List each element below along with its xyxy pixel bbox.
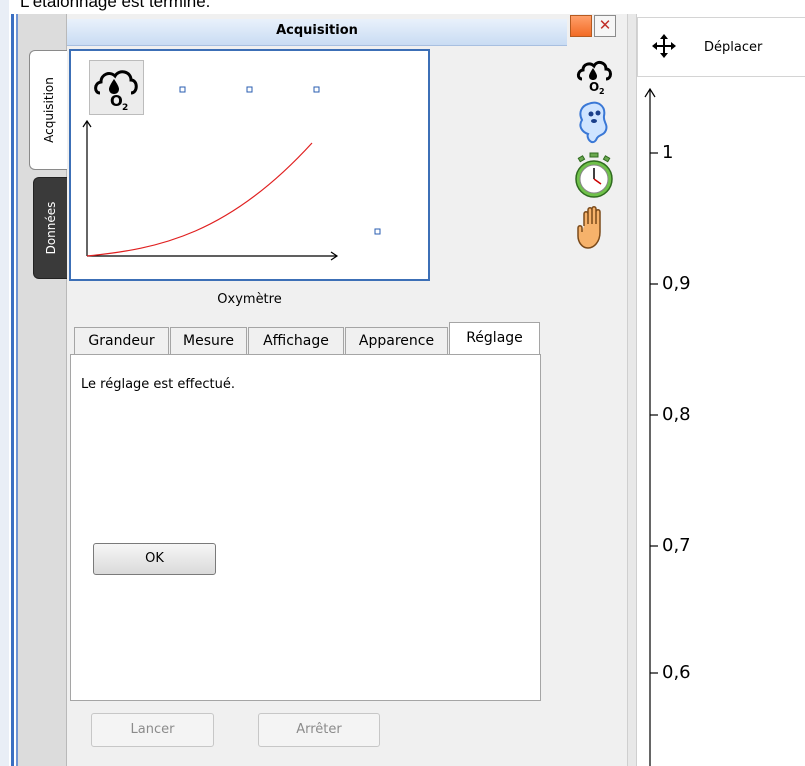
ghost-icon[interactable] xyxy=(574,98,614,150)
stopwatch-icon[interactable] xyxy=(574,152,614,202)
left-window-edge xyxy=(0,0,9,766)
pin-button[interactable] xyxy=(570,15,592,37)
panel-title: Acquisition xyxy=(276,23,358,38)
o2-cloud-icon[interactable]: O 2 xyxy=(574,55,614,95)
y-tick-label: 0,9 xyxy=(662,273,691,294)
tab-mesure[interactable]: Mesure xyxy=(170,327,247,354)
handle-square[interactable] xyxy=(179,86,186,93)
tab-affichage[interactable]: Affichage xyxy=(248,327,344,354)
caption-text: L'étalonnage est terminé. xyxy=(20,0,211,11)
tab-grandeur[interactable]: Grandeur xyxy=(74,327,169,354)
svg-text:2: 2 xyxy=(122,103,128,113)
sensor-name: Oxymètre xyxy=(217,292,282,307)
tab-apparence[interactable]: Apparence xyxy=(345,327,448,354)
handle-square[interactable] xyxy=(374,228,381,235)
status-message: Le réglage est effectué. xyxy=(81,377,235,392)
lancer-button[interactable]: Lancer xyxy=(91,713,214,747)
deplacer-button[interactable]: Déplacer xyxy=(704,40,762,55)
ok-button[interactable]: OK xyxy=(93,543,216,575)
vtab-donnees[interactable]: Données xyxy=(33,177,67,279)
sensor-button[interactable]: O 2 xyxy=(89,60,144,115)
arreter-button[interactable]: Arrêter xyxy=(258,713,380,747)
y-tick-label: 0,6 xyxy=(662,662,691,683)
hand-icon[interactable] xyxy=(574,204,614,254)
y-tick-label: 0,8 xyxy=(662,404,691,425)
svg-text:O: O xyxy=(589,80,599,94)
o2-cloud-icon: O 2 xyxy=(94,70,138,113)
y-tick-label: 0,7 xyxy=(662,535,691,556)
tab-reglage[interactable]: Réglage xyxy=(449,322,540,355)
handle-square[interactable] xyxy=(313,86,320,93)
y-tick-label: 1 xyxy=(662,142,674,163)
handle-square[interactable] xyxy=(246,86,253,93)
close-icon: ✕ xyxy=(598,16,612,34)
svg-text:2: 2 xyxy=(599,87,605,95)
preview-curve xyxy=(86,142,313,257)
vtab-acquisition-label: Acquisition xyxy=(41,77,56,143)
close-button[interactable]: ✕ xyxy=(594,15,616,37)
tab-content-reglage xyxy=(70,354,541,701)
move-arrows-icon[interactable] xyxy=(651,33,677,59)
vtab-acquisition[interactable]: Acquisition xyxy=(29,50,67,170)
svg-text:O: O xyxy=(110,92,123,110)
vtab-donnees-label: Données xyxy=(43,201,58,255)
left-border xyxy=(11,14,14,766)
panel-right-border xyxy=(627,14,637,766)
